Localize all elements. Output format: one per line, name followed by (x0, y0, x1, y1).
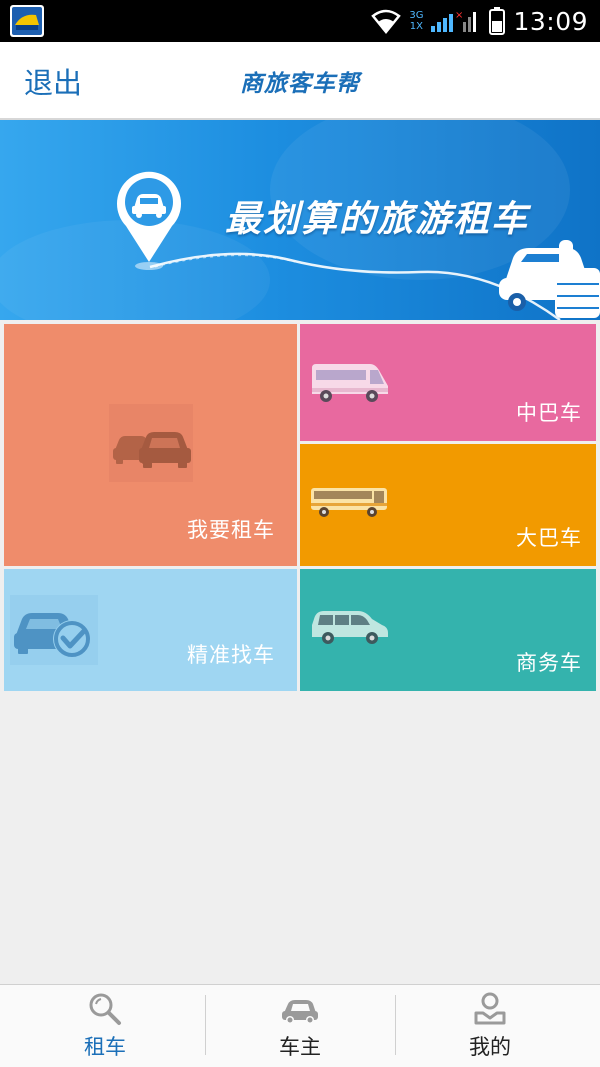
tile-minibus-label: 中巴车 (516, 401, 582, 425)
signal-strength-icon: × (431, 10, 477, 32)
tile-bus[interactable]: 大巴车 (300, 444, 596, 566)
location-pin-icon (117, 171, 181, 270)
tile-bus-label: 大巴车 (516, 526, 582, 550)
car-check-icon (10, 595, 98, 665)
network-type-bottom: 1X (409, 21, 423, 32)
nav-tab-rent-label: 租车 (84, 1035, 126, 1059)
two-cars-icon (109, 404, 193, 482)
tile-find-car[interactable]: 精准找车 (4, 569, 297, 691)
nav-tab-mine[interactable]: 我的 (391, 985, 589, 1067)
nav-tab-mine-label: 我的 (469, 1035, 511, 1059)
title-bar: 退出 商旅客车帮 (0, 42, 600, 120)
bus-icon (311, 488, 387, 517)
network-type-top: 3G (409, 10, 424, 21)
page-title: 商旅客车帮 (240, 71, 360, 97)
nav-tab-owner[interactable]: 车主 (201, 985, 399, 1067)
search-icon (89, 993, 121, 1025)
banner-slogan: 最划算的旅游租车 (225, 199, 530, 240)
app-notification-icon (10, 5, 44, 37)
bottom-navigation: 租车 车主 我的 (0, 984, 600, 1067)
car-icon (282, 1000, 318, 1024)
thumbs-up-car-icon (499, 240, 600, 318)
nav-tab-owner-label: 车主 (279, 1035, 321, 1059)
battery-icon (489, 7, 506, 35)
wifi-icon (371, 9, 402, 34)
svg-text:×: × (455, 10, 463, 21)
tile-find-car-label: 精准找车 (187, 643, 275, 667)
status-time: 13:09 (513, 6, 588, 36)
tile-business-car[interactable]: 商务车 (300, 569, 596, 691)
minibus-icon (312, 364, 388, 402)
tile-rent-car-label: 我要租车 (187, 518, 275, 542)
business-van-icon (312, 611, 388, 644)
user-icon (474, 992, 506, 1025)
status-bar: 3G 1X × 13:09 (0, 0, 600, 42)
tile-business-car-label: 商务车 (516, 651, 582, 675)
tile-rent-car[interactable]: 我要租车 (4, 324, 297, 566)
promo-banner[interactable]: 最划算的旅游租车 (0, 120, 600, 320)
network-type: 3G 1X (409, 10, 423, 32)
tile-minibus[interactable]: 中巴车 (300, 324, 596, 441)
nav-tab-rent[interactable]: 租车 (6, 985, 204, 1067)
